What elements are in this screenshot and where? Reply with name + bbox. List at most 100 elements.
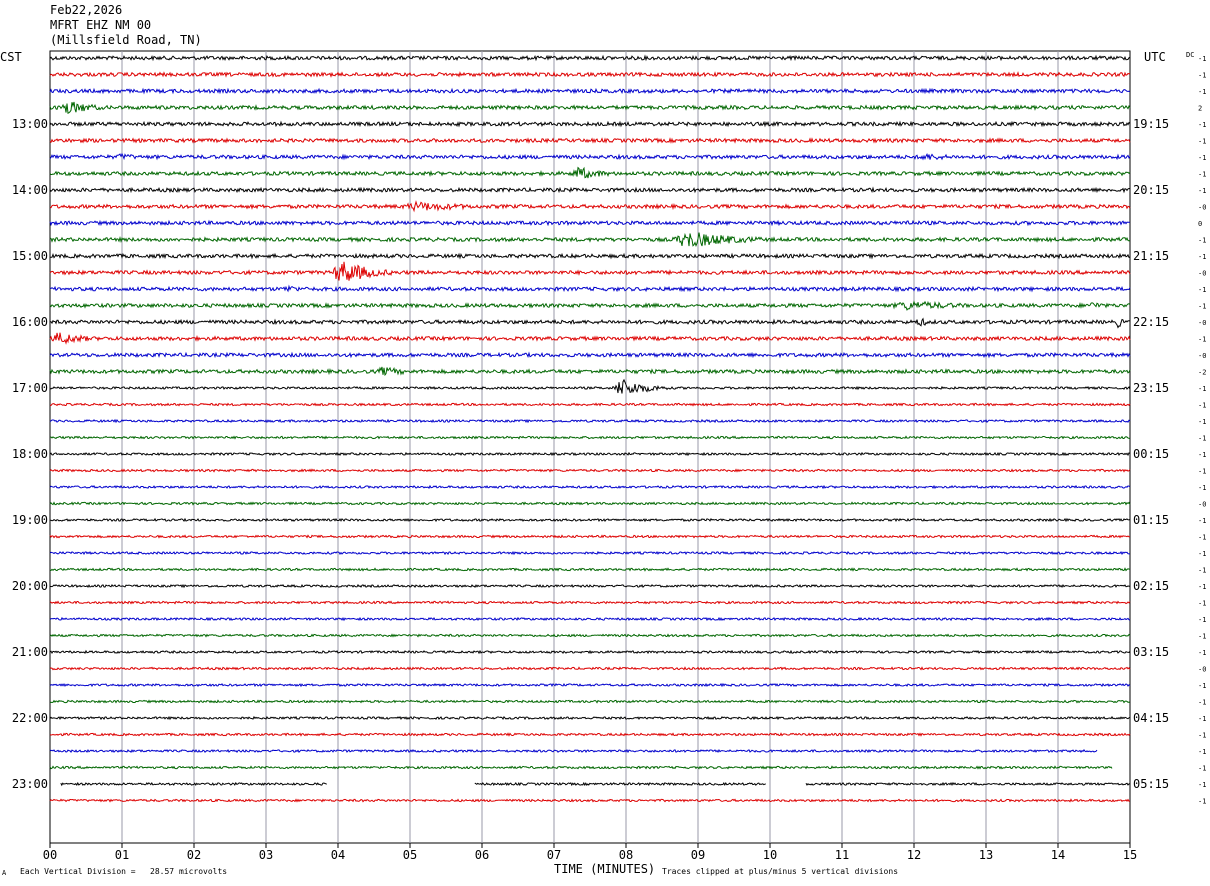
right-hour-label: 01:15 [1133,513,1169,527]
dc-offset-label: -1 [1198,336,1206,344]
trace-row [49,567,1130,572]
dc-offset-label: -1 [1198,484,1206,492]
right-hour-label: 19:15 [1133,117,1169,131]
trace-row [49,101,1131,114]
trace-row [49,232,1131,248]
x-tick-label: 04 [331,848,345,862]
left-hour-label: 19:00 [12,513,48,527]
dc-offset-label: -1 [1198,765,1206,773]
dc-offset-label: -1 [1198,88,1206,96]
trace-row [49,137,1131,144]
trace-row [49,435,1131,440]
dc-offset-label: 0 [1198,220,1202,228]
trace-row [60,781,1130,787]
right-hour-label: 21:15 [1133,249,1169,263]
left-hour-label: 17:00 [12,381,48,395]
dc-offset-label: -1 [1198,121,1206,129]
trace-row [49,616,1131,622]
x-tick-label: 11 [835,848,849,862]
dc-offset-label: 2 [1198,105,1202,113]
trace-row [49,54,1131,62]
dc-offset-label: -1 [1198,534,1206,542]
dc-offset-label: -0 [1198,319,1206,327]
right-hour-label: 02:15 [1133,579,1169,593]
dc-offset-label: -1 [1198,748,1206,756]
dc-offset-label: -0 [1198,270,1206,278]
trace-row [49,317,1131,329]
right-hour-label: 05:15 [1133,777,1169,791]
dc-offset-label: -1 [1198,385,1206,393]
trace-row [49,699,1131,704]
dc-offset-label: -0 [1198,501,1206,509]
trace-row [49,633,1131,638]
dc-offset-label: -1 [1198,303,1206,311]
x-tick-label: 03 [259,848,273,862]
dc-offset-label: -1 [1198,72,1206,80]
dc-offset-label: -1 [1198,699,1206,707]
trace-row [49,186,1131,194]
dc-offset-label: -1 [1198,649,1206,657]
right-axis-title: UTC [1144,50,1166,64]
dc-offset-label: -0 [1198,204,1206,212]
dc-offset-label: -1 [1198,798,1206,806]
dc-offset-label: -1 [1198,171,1206,179]
x-axis-label: TIME (MINUTES) [554,862,656,876]
dc-offset-label: -0 [1198,666,1206,674]
trace-row [49,468,1131,473]
trace-row [49,402,1131,407]
dc-offset-label: -1 [1198,600,1206,608]
x-tick-label: 13 [979,848,993,862]
helicorder-chart: 00 01 02 03 04 05 06 07 08 09 10 11 12 13 14 15CST UTC DC… [0,50,1206,862]
dc-offset-label: -1 [1198,682,1206,690]
trace-row [49,252,1131,260]
x-tick-label: 00 [43,848,57,862]
left-hour-label: 13:00 [12,117,48,131]
trace-row [49,87,1131,95]
right-hour-label: 22:15 [1133,315,1169,329]
trace-row [49,682,1131,688]
left-hour-label: 18:00 [12,447,48,461]
trace-row [49,284,1131,293]
x-tick-label: 05 [403,848,417,862]
dc-offset-label: -1 [1198,435,1206,443]
right-hour-label: 23:15 [1133,381,1169,395]
dc-offset-label: -1 [1198,517,1206,525]
left-hour-label: 23:00 [12,777,48,791]
left-hour-label: 16:00 [12,315,48,329]
x-tick-label: 12 [907,848,921,862]
dc-label: DC [1186,51,1194,59]
dc-offset-label: -1 [1198,567,1206,575]
x-tick-label: 08 [619,848,633,862]
dc-offset-label: -1 [1198,550,1206,558]
trace-row [49,219,1131,227]
plot-frame [49,50,1131,844]
left-axis-title: CST [0,50,22,64]
dc-offset-label: -1 [1198,418,1206,426]
dc-offset-label: -1 [1198,187,1206,195]
trace-row [49,715,1131,721]
dc-offset-label: -1 [1198,732,1206,740]
dc-offset-label: -2 [1198,369,1206,377]
x-tick-label: 09 [691,848,705,862]
trace-row [49,332,1131,345]
trace-row [49,501,1131,506]
trace-row [49,451,1131,457]
dc-offset-label: -1 [1198,154,1206,162]
dc-offset-label: -1 [1198,55,1206,63]
dc-offset-label: -1 [1198,633,1206,641]
dc-offset-label: -1 [1198,781,1206,789]
trace-row [49,261,1131,281]
dc-offset-label: -1 [1198,468,1206,476]
right-hour-label: 04:15 [1133,711,1169,725]
trace-row [49,748,1098,754]
x-tick-label: 06 [475,848,489,862]
trace-row [49,152,1131,161]
dc-offset-label: -1 [1198,237,1206,245]
left-hour-label: 20:00 [12,579,48,593]
trace-row [49,798,1131,803]
scale-note: Each Vertical Division = 28.57 microvolt… [20,867,228,876]
trace-row [49,366,1131,377]
trace-row [49,732,1131,737]
left-hour-label: 14:00 [12,183,48,197]
trace-row [49,418,1131,424]
